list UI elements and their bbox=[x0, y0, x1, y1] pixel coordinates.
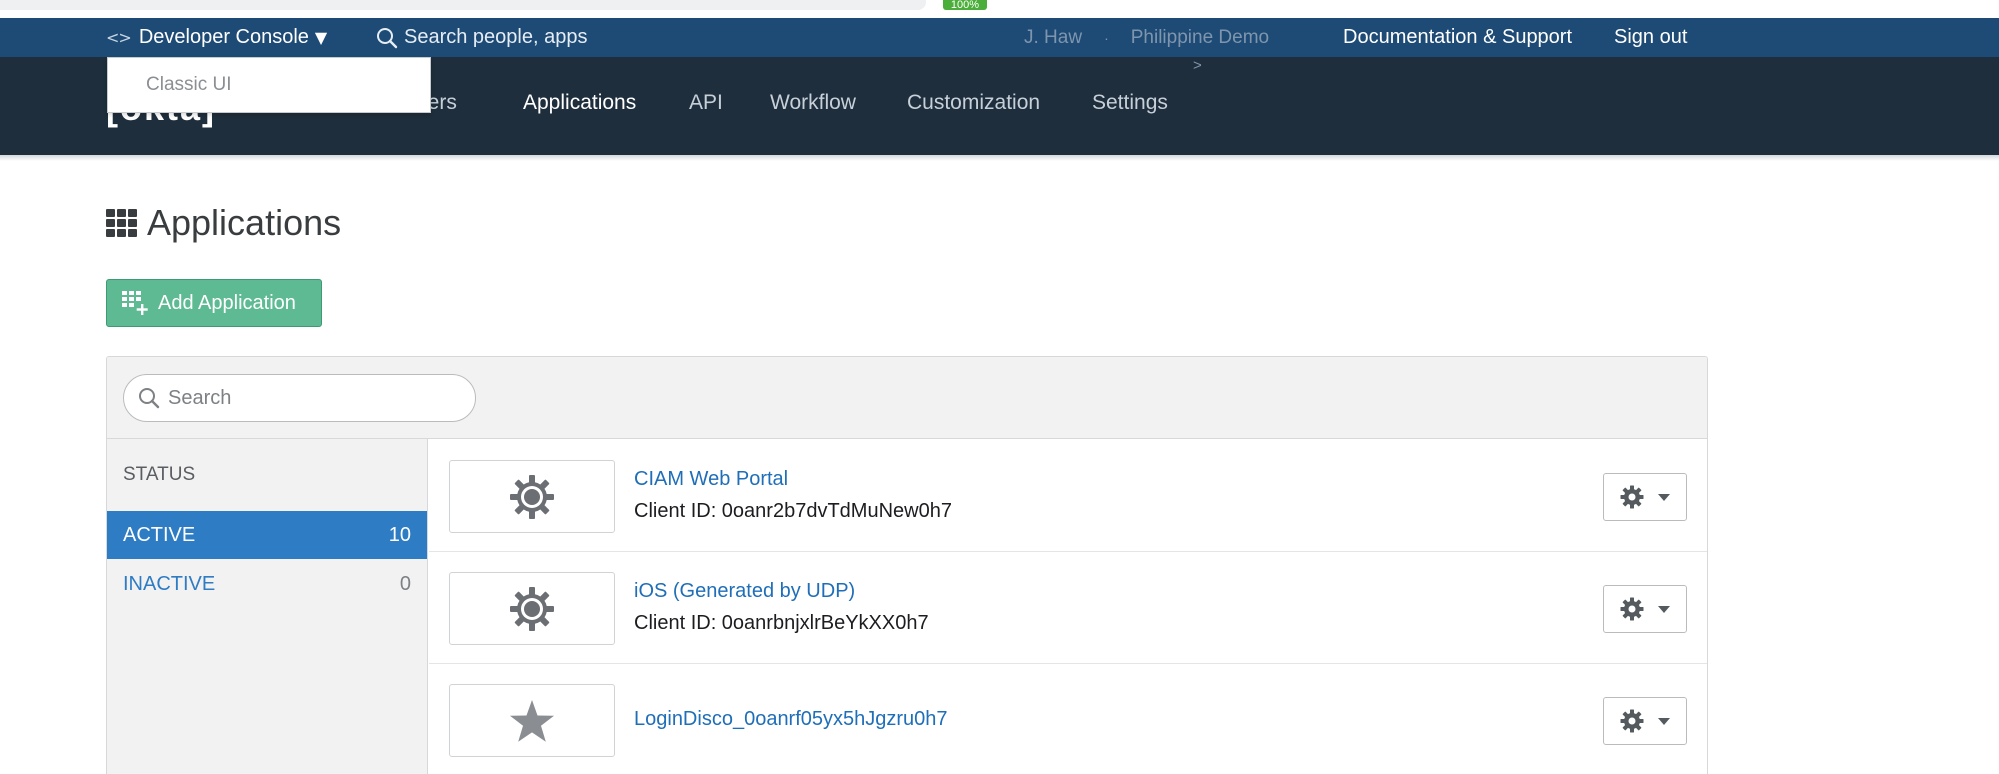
global-search-placeholder: Search people, apps bbox=[404, 26, 588, 48]
developer-console-switch[interactable]: <> Developer Console ▼ bbox=[106, 18, 327, 57]
search-icon bbox=[139, 388, 160, 409]
status-heading: STATUS bbox=[123, 464, 196, 485]
star-icon bbox=[510, 699, 554, 742]
user-info: J. Haw · Philippine Demo bbox=[1024, 18, 1269, 57]
global-search[interactable]: Search people, apps bbox=[376, 18, 587, 57]
menu-item-classic-ui[interactable]: Classic UI bbox=[146, 74, 232, 96]
documentation-support-link[interactable]: Documentation & Support bbox=[1343, 18, 1572, 57]
app-logo[interactable] bbox=[449, 460, 615, 533]
app-grid-icon bbox=[106, 209, 137, 237]
app-logo[interactable] bbox=[449, 684, 615, 757]
app-actions-button[interactable] bbox=[1603, 585, 1687, 633]
nav-item-settings[interactable]: Settings bbox=[1092, 91, 1168, 115]
chevron-down-icon bbox=[1658, 605, 1670, 613]
console-label: Developer Console bbox=[138, 26, 309, 48]
app-actions-button[interactable] bbox=[1603, 473, 1687, 521]
status-filter-inactive[interactable]: INACTIVE 0 bbox=[107, 560, 427, 608]
chevron-down-icon bbox=[1658, 493, 1670, 501]
top-bar: <> Developer Console ▼ Search people, ap… bbox=[0, 18, 1999, 57]
status-label: INACTIVE bbox=[123, 572, 216, 595]
add-app-icon bbox=[122, 291, 148, 315]
app-row: CIAM Web Portal Client ID: 0oanr2b7dvTdM… bbox=[429, 440, 1707, 552]
breadcrumb-arrow: > bbox=[1193, 57, 1202, 74]
nav-shadow bbox=[0, 155, 1999, 161]
code-icon: <> bbox=[106, 28, 132, 47]
chevron-down-icon bbox=[1658, 717, 1670, 725]
page-title-text: Applications bbox=[147, 202, 342, 243]
app-client-id: Client ID: 0oanrbnjxlrBeYkXX0h7 bbox=[634, 612, 929, 634]
add-application-button[interactable]: Add Application bbox=[106, 279, 322, 327]
status-filter-active[interactable]: ACTIVE 10 bbox=[107, 511, 427, 559]
app-actions-button[interactable] bbox=[1603, 697, 1687, 745]
applications-panel: STATUS ACTIVE 10 INACTIVE 0 bbox=[106, 356, 1708, 774]
status-count: 0 bbox=[399, 572, 411, 595]
status-count: 10 bbox=[388, 523, 411, 546]
console-dropdown-menu: Classic UI bbox=[107, 57, 431, 113]
browser-strip: 100% bbox=[0, 0, 1999, 18]
app-search-input[interactable] bbox=[168, 386, 458, 410]
nav-item-applications[interactable]: Applications bbox=[523, 91, 636, 115]
app-row: LoginDisco_0oanrf05yx5hJgzru0h7 bbox=[429, 664, 1707, 774]
gear-icon bbox=[1620, 485, 1644, 509]
gear-icon bbox=[510, 586, 554, 631]
app-client-id: Client ID: 0oanr2b7dvTdMuNew0h7 bbox=[634, 500, 952, 522]
zoom-badge[interactable]: 100% bbox=[943, 0, 987, 10]
user-separator: · bbox=[1104, 29, 1109, 46]
caret-down-icon: ▼ bbox=[314, 28, 328, 47]
page-title: Applications bbox=[106, 202, 341, 244]
nav-item-api[interactable]: API bbox=[689, 91, 723, 115]
status-label: ACTIVE bbox=[123, 523, 196, 546]
org-name: Philippine Demo bbox=[1130, 26, 1270, 48]
status-sidebar: STATUS ACTIVE 10 INACTIVE 0 bbox=[107, 439, 428, 774]
gear-icon bbox=[1620, 709, 1644, 733]
gear-icon bbox=[1620, 597, 1644, 621]
app-row: iOS (Generated by UDP) Client ID: 0oanrb… bbox=[429, 552, 1707, 664]
gear-icon bbox=[510, 474, 554, 519]
app-name-link[interactable]: LoginDisco_0oanrf05yx5hJgzru0h7 bbox=[634, 708, 948, 731]
app-logo[interactable] bbox=[449, 572, 615, 645]
panel-header bbox=[107, 357, 1707, 439]
search-icon bbox=[377, 27, 398, 48]
address-bar[interactable] bbox=[0, 0, 926, 10]
app-search-box[interactable] bbox=[123, 374, 476, 422]
user-name: J. Haw bbox=[1024, 26, 1083, 48]
sign-out-link[interactable]: Sign out bbox=[1614, 18, 1687, 57]
app-name-link[interactable]: CIAM Web Portal bbox=[634, 468, 788, 491]
nav-item-customization[interactable]: Customization bbox=[907, 91, 1040, 115]
app-name-link[interactable]: iOS (Generated by UDP) bbox=[634, 580, 855, 603]
nav-item-workflow[interactable]: Workflow bbox=[770, 91, 856, 115]
add-application-label: Add Application bbox=[158, 291, 296, 314]
